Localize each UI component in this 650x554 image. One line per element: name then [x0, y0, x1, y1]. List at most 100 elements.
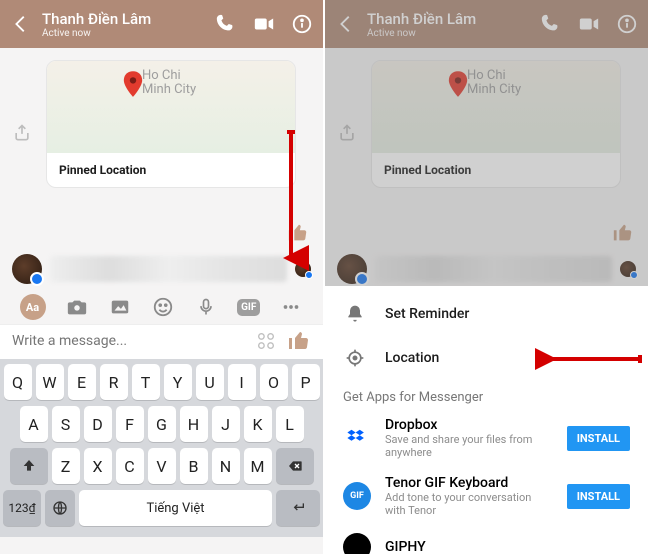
back-icon[interactable] — [335, 13, 357, 35]
message-input[interactable] — [12, 333, 245, 349]
install-button[interactable]: INSTALL — [567, 484, 630, 509]
emoji-icon[interactable] — [151, 295, 175, 319]
chat-area: Ho ChiMinh City Pinned Location — [325, 48, 648, 248]
read-receipt-avatar — [620, 261, 636, 277]
key[interactable]: S — [52, 406, 80, 442]
key[interactable]: I — [228, 364, 256, 400]
key[interactable]: A — [20, 406, 48, 442]
location-label: Location — [385, 350, 439, 366]
apps-heading: Get Apps for Messenger — [339, 380, 634, 409]
key[interactable]: Z — [52, 448, 80, 484]
key[interactable]: D — [84, 406, 112, 442]
like-icon[interactable] — [612, 222, 634, 244]
location-card[interactable]: Ho ChiMinh City Pinned Location — [371, 60, 621, 188]
key[interactable]: L — [276, 406, 304, 442]
key[interactable]: Q — [4, 364, 32, 400]
key[interactable]: O — [260, 364, 288, 400]
apps-icon[interactable] — [255, 330, 277, 352]
key[interactable]: N — [212, 448, 240, 484]
app-row-giphy[interactable]: GIPHY — [339, 525, 634, 554]
keyboard-row-4: 123₫ Tiếng Việt — [3, 490, 320, 526]
key[interactable]: B — [180, 448, 208, 484]
more-icon[interactable] — [279, 295, 303, 319]
key[interactable]: C — [116, 448, 144, 484]
keyboard: Q W E R T Y U I O P A S D F G H J K L Z … — [0, 359, 323, 537]
keyboard-row-2: A S D F G H J K L — [3, 406, 320, 442]
app-name: Dropbox — [385, 417, 553, 433]
card-label: Pinned Location — [372, 153, 620, 187]
app-desc: Save and share your files from anywhere — [385, 433, 553, 459]
return-key[interactable] — [276, 490, 320, 526]
key[interactable]: V — [148, 448, 176, 484]
key[interactable]: J — [212, 406, 240, 442]
video-call-icon[interactable] — [578, 13, 600, 35]
map-city-label: Ho ChiMinh City — [467, 69, 521, 97]
info-icon[interactable] — [291, 13, 313, 35]
avatar[interactable] — [337, 254, 367, 284]
camera-icon[interactable] — [65, 295, 89, 319]
dropbox-icon — [343, 424, 371, 452]
voice-icon[interactable] — [194, 295, 218, 319]
like-button[interactable] — [287, 329, 311, 353]
backspace-key[interactable] — [276, 448, 314, 484]
key[interactable]: E — [68, 364, 96, 400]
voice-call-icon[interactable] — [215, 13, 237, 35]
chat-header: Thanh Điền Lâm Active now — [325, 0, 648, 48]
install-button[interactable]: INSTALL — [567, 426, 630, 451]
gallery-icon[interactable] — [108, 295, 132, 319]
app-row-tenor[interactable]: GIF Tenor GIF Keyboard Add tone to your … — [339, 467, 634, 525]
contact-block[interactable]: Thanh Điền Lâm Active now — [357, 10, 540, 39]
key[interactable]: P — [292, 364, 320, 400]
numeric-key[interactable]: 123₫ — [3, 490, 41, 526]
key[interactable]: U — [196, 364, 224, 400]
app-name: Tenor GIF Keyboard — [385, 475, 553, 491]
video-call-icon[interactable] — [253, 13, 275, 35]
card-label: Pinned Location — [47, 153, 295, 187]
composer-toolbar: Aa GIF — [0, 286, 323, 324]
key[interactable]: T — [132, 364, 160, 400]
blurred-text — [50, 256, 287, 282]
contact-name: Thanh Điền Lâm — [42, 10, 215, 28]
back-icon[interactable] — [10, 13, 32, 35]
bell-icon — [343, 302, 367, 326]
bottom-sheet: Set Reminder Location Get Apps for Messe… — [325, 286, 648, 554]
key[interactable]: K — [244, 406, 272, 442]
key[interactable]: X — [84, 448, 112, 484]
space-key[interactable]: Tiếng Việt — [79, 490, 272, 526]
location-card[interactable]: Ho ChiMinh City Pinned Location — [46, 60, 296, 188]
annotation-arrow-left — [535, 342, 645, 376]
composer-preview-row — [325, 248, 648, 286]
voice-call-icon[interactable] — [540, 13, 562, 35]
map-pin-icon — [447, 71, 469, 99]
app-row-dropbox[interactable]: Dropbox Save and share your files from a… — [339, 409, 634, 467]
share-icon[interactable] — [12, 123, 32, 143]
gif-button[interactable]: GIF — [237, 299, 260, 316]
keyboard-row-3: Z X C V B N M — [3, 448, 320, 484]
contact-name: Thanh Điền Lâm — [367, 10, 540, 28]
map-city-label: Ho ChiMinh City — [142, 69, 196, 97]
key[interactable]: G — [148, 406, 176, 442]
blurred-text — [375, 256, 612, 282]
sheet-row-reminder[interactable]: Set Reminder — [339, 292, 634, 336]
avatar[interactable] — [12, 254, 42, 284]
reminder-label: Set Reminder — [385, 306, 469, 322]
annotation-arrow-down — [273, 130, 309, 280]
shift-key[interactable] — [10, 448, 48, 484]
key[interactable]: R — [100, 364, 128, 400]
key[interactable]: M — [244, 448, 272, 484]
key[interactable]: W — [36, 364, 64, 400]
key[interactable]: Y — [164, 364, 192, 400]
contact-block[interactable]: Thanh Điền Lâm Active now — [32, 10, 215, 39]
globe-key[interactable] — [45, 490, 75, 526]
text-format-button[interactable]: Aa — [20, 294, 46, 320]
key[interactable]: F — [116, 406, 144, 442]
map-thumbnail: Ho ChiMinh City — [372, 61, 620, 153]
chat-header: Thanh Điền Lâm Active now — [0, 0, 323, 48]
info-icon[interactable] — [616, 13, 638, 35]
giphy-icon — [343, 533, 371, 554]
map-thumbnail: Ho ChiMinh City — [47, 61, 295, 153]
key[interactable]: H — [180, 406, 208, 442]
location-target-icon — [343, 346, 367, 370]
share-icon[interactable] — [337, 123, 357, 143]
phone-left: Thanh Điền Lâm Active now Ho ChiMinh Cit… — [0, 0, 325, 554]
